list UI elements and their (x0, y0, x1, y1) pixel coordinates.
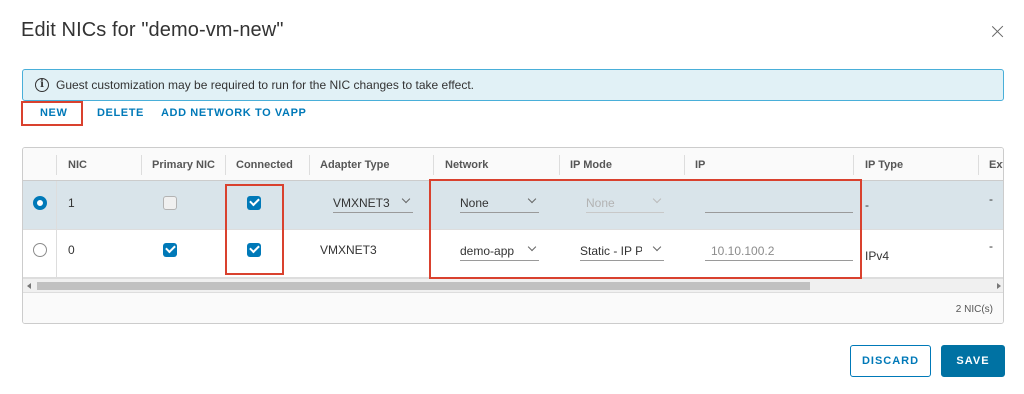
nic-count: 2 NIC(s) (955, 304, 993, 315)
ip-type-cell: - (865, 198, 869, 212)
scroll-left-icon[interactable] (27, 283, 31, 289)
column-separator (56, 155, 57, 175)
adapter-type-value: VMXNET3 (333, 196, 390, 210)
horizontal-scrollbar[interactable] (23, 278, 1003, 292)
column-header-ip-type[interactable]: IP Type (865, 159, 903, 171)
column-separator (141, 155, 142, 175)
column-separator (684, 155, 685, 175)
primary-nic-checkbox[interactable] (163, 243, 177, 257)
column-header-connected[interactable]: Connected (236, 159, 293, 171)
column-header-adapter-type[interactable]: Adapter Type (320, 159, 389, 171)
network-settings-highlight (429, 179, 862, 279)
info-banner-text: Guest customization may be required to r… (56, 78, 474, 92)
column-header-network[interactable]: Network (445, 159, 488, 171)
adapter-type-select[interactable]: VMXNET3 (333, 193, 413, 213)
column-separator (559, 155, 560, 175)
primary-nic-checkbox (163, 196, 177, 210)
column-separator (853, 155, 854, 175)
column-header-ext[interactable]: Ext (989, 159, 1003, 171)
nic-cell: 1 (68, 196, 75, 210)
row-divider (56, 181, 57, 229)
new-button[interactable]: NEW (40, 107, 67, 119)
column-separator (225, 155, 226, 175)
column-separator (978, 155, 979, 175)
info-icon: i (35, 78, 49, 92)
column-separator (309, 155, 310, 175)
column-header-primary-nic[interactable]: Primary NIC (152, 159, 215, 171)
datagrid-header: NIC Primary NIC Connected Adapter Type N… (23, 148, 1003, 181)
column-header-ip[interactable]: IP (695, 159, 705, 171)
column-separator (433, 155, 434, 175)
close-icon[interactable] (990, 24, 1006, 40)
discard-button[interactable]: DISCARD (850, 345, 931, 377)
chevron-down-icon (401, 194, 411, 204)
datagrid-footer: 2 NIC(s) (23, 292, 1003, 323)
nic-cell: 0 (68, 243, 75, 257)
adapter-type-cell: VMXNET3 (320, 243, 377, 257)
ext-cell: - (989, 239, 993, 253)
connected-column-highlight (225, 184, 284, 275)
scroll-right-icon[interactable] (997, 283, 1001, 289)
ext-cell: - (989, 192, 993, 206)
column-header-ip-mode[interactable]: IP Mode (570, 159, 612, 171)
ip-type-cell: IPv4 (865, 249, 890, 263)
column-header-nic[interactable]: NIC (68, 159, 87, 171)
row-select-radio[interactable] (33, 196, 47, 210)
row-divider (56, 230, 57, 277)
dialog-title: Edit NICs for "demo-vm-new" (21, 19, 284, 41)
info-banner: i Guest customization may be required to… (22, 69, 1004, 101)
scrollbar-thumb[interactable] (37, 282, 810, 290)
delete-button[interactable]: DELETE (97, 107, 144, 119)
row-select-radio[interactable] (33, 243, 47, 257)
add-network-to-vapp-button[interactable]: ADD NETWORK TO VAPP (161, 107, 306, 119)
save-button[interactable]: SAVE (941, 345, 1005, 377)
